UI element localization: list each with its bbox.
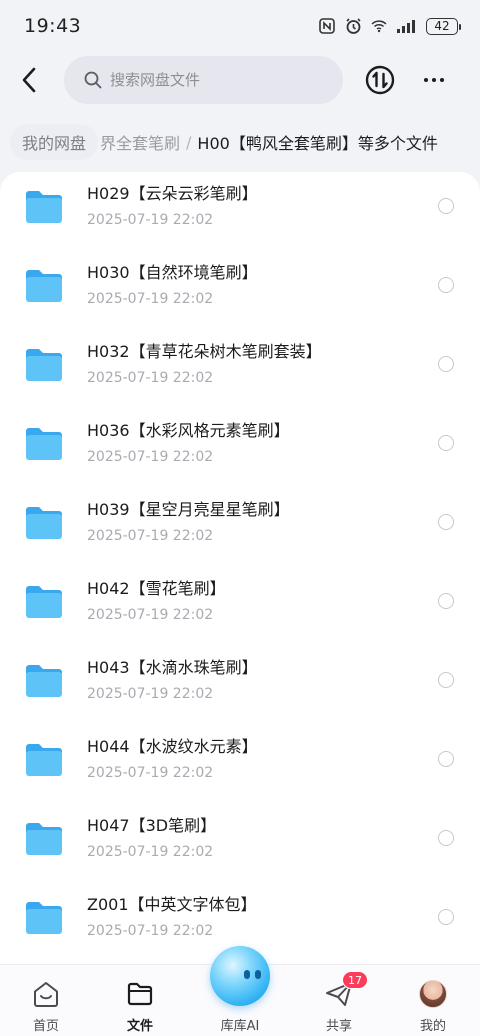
- folder-icon: [26, 665, 62, 697]
- file-date: 2025-07-19 22:02: [87, 370, 214, 386]
- file-name: H030【自然环境笔刷】: [87, 263, 258, 282]
- avatar-icon: [418, 979, 448, 1009]
- file-date: 2025-07-19 22:02: [87, 291, 214, 307]
- file-row[interactable]: H047【3D笔刷】 2025-07-19 22:02: [0, 810, 480, 889]
- file-date: 2025-07-19 22:02: [87, 607, 214, 623]
- folder-icon: [26, 428, 62, 460]
- nfc-icon: [318, 17, 336, 35]
- select-checkbox[interactable]: [438, 435, 454, 451]
- tab-home[interactable]: 首页: [11, 965, 81, 1036]
- file-date: 2025-07-19 22:02: [87, 686, 214, 702]
- tab-me[interactable]: 我的: [398, 965, 468, 1036]
- folder-icon: [26, 744, 62, 776]
- file-row[interactable]: H044【水波纹水元素】 2025-07-19 22:02: [0, 731, 480, 810]
- tab-label: 文件: [126, 1019, 153, 1034]
- tab-share[interactable]: 17 共享: [304, 965, 374, 1036]
- breadcrumb: 我的网盘 界全套笔刷 / H00【鸭风全套笔刷】等多个文件: [0, 124, 480, 160]
- folder-icon: [26, 586, 62, 618]
- file-name: Z001【中英文字体包】: [87, 895, 257, 914]
- ai-eye: [244, 970, 250, 979]
- file-row[interactable]: H029【云朵云彩笔刷】 2025-07-19 22:02: [0, 178, 480, 257]
- file-name: H029【云朵云彩笔刷】: [87, 184, 258, 203]
- tab-label: 我的: [419, 1019, 446, 1034]
- avatar: [419, 980, 447, 1008]
- file-name: H043【水滴水珠笔刷】: [87, 658, 258, 677]
- breadcrumb-current: H00【鸭风全套笔刷】等多个文件: [197, 134, 438, 153]
- select-checkbox[interactable]: [438, 198, 454, 214]
- tab-label: 库库AI: [220, 1019, 260, 1034]
- file-row[interactable]: H032【青草花朵树木笔刷套装】 2025-07-19 22:02: [0, 336, 480, 415]
- file-date: 2025-07-19 22:02: [87, 449, 214, 465]
- more-icon: [424, 78, 428, 82]
- status-icons: 42: [318, 17, 461, 35]
- search-input[interactable]: [110, 71, 320, 89]
- folder-icon: [26, 349, 62, 381]
- file-name: H044【水波纹水元素】: [87, 737, 258, 756]
- select-checkbox[interactable]: [438, 593, 454, 609]
- more-button[interactable]: [418, 64, 450, 96]
- select-checkbox[interactable]: [438, 672, 454, 688]
- file-name: H039【星空月亮星星笔刷】: [87, 500, 290, 519]
- battery-icon: 42: [426, 17, 461, 35]
- select-checkbox[interactable]: [438, 751, 454, 767]
- breadcrumb-root[interactable]: 我的网盘: [10, 124, 99, 160]
- alarm-icon: [344, 17, 362, 35]
- select-checkbox[interactable]: [438, 356, 454, 372]
- status-time: 19:43: [24, 15, 82, 37]
- file-date: 2025-07-19 22:02: [87, 528, 214, 544]
- file-row[interactable]: H030【自然环境笔刷】 2025-07-19 22:02: [0, 257, 480, 336]
- select-checkbox[interactable]: [438, 277, 454, 293]
- folder-icon: [26, 270, 62, 302]
- file-date: 2025-07-19 22:02: [87, 212, 214, 228]
- tab-label: 共享: [325, 1019, 352, 1034]
- folder-icon: [125, 979, 155, 1009]
- wifi-icon: [370, 17, 388, 35]
- file-row[interactable]: H043【水滴水珠笔刷】 2025-07-19 22:02: [0, 652, 480, 731]
- file-list: H029【云朵云彩笔刷】 2025-07-19 22:02 H030【自然环境笔…: [0, 172, 480, 964]
- breadcrumb-parent[interactable]: 界全套笔刷: [100, 130, 180, 154]
- header: [0, 54, 480, 106]
- status-bar: 19:43 42: [0, 0, 480, 52]
- file-name: H047【3D笔刷】: [87, 816, 217, 835]
- file-row[interactable]: H036【水彩风格元素笔刷】 2025-07-19 22:02: [0, 415, 480, 494]
- search-icon: [84, 71, 102, 89]
- tab-files[interactable]: 文件: [105, 965, 175, 1036]
- ai-assistant-icon[interactable]: [210, 946, 270, 1006]
- file-row[interactable]: H039【星空月亮星星笔刷】 2025-07-19 22:02: [0, 494, 480, 573]
- breadcrumb-separator: /: [186, 132, 192, 152]
- select-checkbox[interactable]: [438, 909, 454, 925]
- file-row[interactable]: H042【雪花笔刷】 2025-07-19 22:02: [0, 573, 480, 652]
- file-name: H036【水彩风格元素笔刷】: [87, 421, 290, 440]
- ai-eye: [255, 970, 261, 979]
- file-name: H032【青草花朵树木笔刷套装】: [87, 342, 322, 361]
- select-checkbox[interactable]: [438, 514, 454, 530]
- tab-label: 首页: [32, 1019, 59, 1034]
- home-icon: [31, 979, 61, 1009]
- signal-icon: [396, 17, 418, 35]
- share-badge: 17: [342, 971, 368, 989]
- file-name: H042【雪花笔刷】: [87, 579, 226, 598]
- search-bar[interactable]: [64, 56, 343, 104]
- folder-icon: [26, 823, 62, 855]
- transfer-icon: [365, 65, 395, 95]
- folder-icon: [26, 191, 62, 223]
- share-icon: 17: [324, 971, 368, 1009]
- back-arrow-icon: [22, 67, 36, 93]
- file-date: 2025-07-19 22:02: [87, 923, 214, 939]
- folder-icon: [26, 507, 62, 539]
- file-date: 2025-07-19 22:02: [87, 844, 214, 860]
- file-date: 2025-07-19 22:02: [87, 765, 214, 781]
- select-checkbox[interactable]: [438, 830, 454, 846]
- transfer-button[interactable]: [364, 64, 396, 96]
- back-button[interactable]: [14, 64, 44, 96]
- folder-icon: [26, 902, 62, 934]
